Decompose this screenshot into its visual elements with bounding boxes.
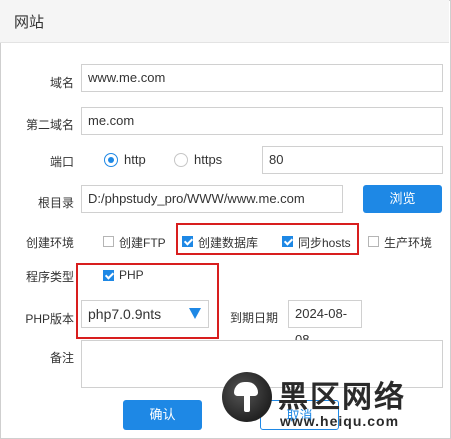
production-env-checkbox[interactable] (368, 236, 379, 247)
watermark-url: www.heiqu.com (280, 413, 400, 429)
port-input[interactable]: 80 (262, 146, 443, 174)
expire-label: 到期日期 (230, 311, 279, 325)
watermark-logo-stem (244, 392, 250, 412)
root-dir-label: 根目录 (37, 196, 74, 210)
browse-button[interactable]: 浏览 (363, 185, 442, 213)
https-radio-label: https (194, 152, 223, 167)
env-label: 创建环境 (25, 236, 74, 250)
port-label: 端口 (49, 155, 74, 169)
http-radio[interactable] (104, 153, 118, 167)
dialog-titlebar: 网站 (0, 0, 449, 43)
create-ftp-checkbox[interactable] (103, 236, 114, 247)
https-radio[interactable] (174, 153, 188, 167)
watermark-brand: 黑区网络 (278, 381, 406, 414)
root-dir-input[interactable]: D:/phpstudy_pro/WWW/www.me.com (81, 185, 343, 213)
second-domain-input[interactable]: me.com (81, 107, 443, 135)
expire-date-input[interactable]: 2024-08-08 (288, 300, 362, 347)
production-env-label: 生产环境 (384, 236, 433, 250)
env-highlight-box (176, 223, 359, 255)
confirm-button[interactable]: 确认 (123, 400, 202, 430)
program-type-label: 程序类型 (25, 270, 74, 284)
php-highlight-box (76, 263, 219, 339)
http-radio-label: http (124, 152, 146, 167)
second-domain-label: 第二域名 (25, 118, 74, 132)
note-label: 备注 (49, 351, 74, 365)
domain-label: 域名 (49, 76, 74, 90)
dialog-title: 网站 (14, 14, 45, 31)
php-version-label: PHP版本 (25, 312, 74, 326)
create-ftp-label: 创建FTP (119, 236, 166, 250)
domain-input[interactable]: www.me.com (81, 64, 443, 92)
